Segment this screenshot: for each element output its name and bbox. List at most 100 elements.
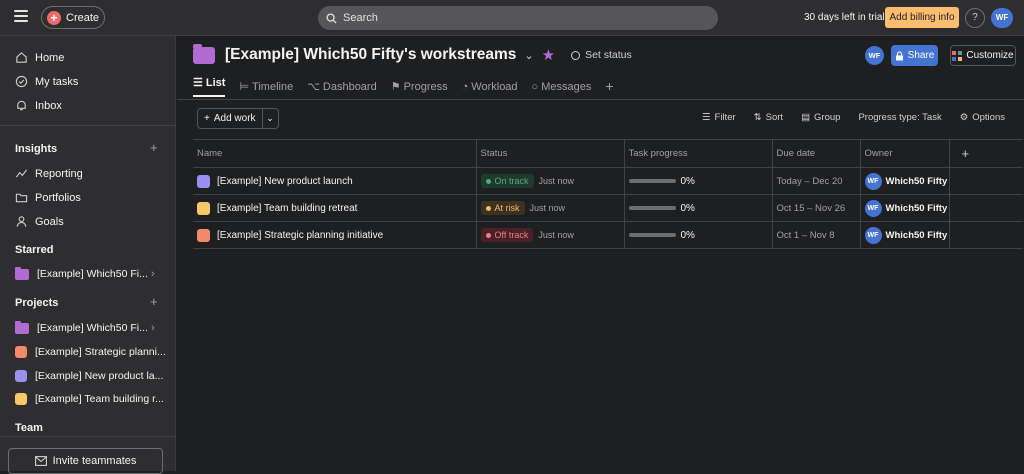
project-owner-avatar[interactable]: WF xyxy=(865,46,884,65)
progress-type-button[interactable]: Progress type: Task xyxy=(858,112,941,123)
user-avatar[interactable]: WF xyxy=(991,8,1013,28)
table-row[interactable]: [Example] New product launch On track Jus… xyxy=(193,167,1023,195)
view-tabs: ☰ List ⊨ Timeline ⌥ Dashboard ⚑ Progress ◔ Wo… xyxy=(193,76,614,97)
plus-icon: + xyxy=(204,113,210,124)
tab-dashboard[interactable]: ⌥ Dashboard xyxy=(307,76,377,97)
tab-workload[interactable]: ◔ Workload xyxy=(462,76,518,97)
empty-cell xyxy=(948,194,1023,222)
help-button[interactable]: ? xyxy=(965,8,985,28)
group-icon: ▤ xyxy=(801,112,811,123)
project-icon xyxy=(197,228,210,242)
project-label: [Example] Which50 Fi... xyxy=(37,322,148,334)
project-item[interactable]: [Example] Which50 Fi... xyxy=(15,320,148,334)
chevron-down-icon[interactable]: ⌄ xyxy=(524,49,533,62)
sidebar-item-portfolios[interactable]: Portfolios xyxy=(15,191,81,204)
column-header-status[interactable]: Status xyxy=(475,139,624,168)
empty-cell xyxy=(948,167,1023,195)
add-billing-button[interactable]: Add billing info xyxy=(885,7,959,28)
invite-label: Invite teammates xyxy=(52,455,137,467)
person-icon xyxy=(16,216,27,227)
sidebar-divider xyxy=(0,125,176,126)
project-name[interactable]: [Example] New product launch xyxy=(217,176,353,187)
add-project-button[interactable]: + xyxy=(150,294,158,309)
insights-heading[interactable]: Insights xyxy=(15,143,57,155)
due-date[interactable]: Today – Dec 20 xyxy=(771,167,860,195)
table-row[interactable]: [Example] Strategic planning initiative … xyxy=(193,221,1023,249)
status-updated: Just now xyxy=(538,229,574,240)
project-color-icon xyxy=(15,346,27,358)
add-column-button[interactable]: + xyxy=(948,139,1023,168)
tab-messages[interactable]: ○ Messages xyxy=(532,76,592,97)
project-item[interactable]: [Example] Strategic planni... xyxy=(15,346,166,358)
project-item[interactable]: [Example] New product la... xyxy=(15,370,163,382)
due-date[interactable]: Oct 15 – Nov 26 xyxy=(771,194,860,222)
customize-button[interactable]: Customize xyxy=(950,45,1016,66)
add-tab-button[interactable]: + xyxy=(605,76,613,97)
view-tools: ☰ Filter ⇅ Sort ▤ Group Progress type: Task… xyxy=(702,112,1005,123)
owner-name[interactable]: Which50 Fifty xyxy=(886,203,948,214)
status-dot-icon xyxy=(485,232,491,238)
chevron-right-icon[interactable]: › xyxy=(151,268,155,280)
tab-timeline[interactable]: ⊨ Timeline xyxy=(239,76,293,97)
status-badge[interactable]: At risk xyxy=(480,201,525,215)
project-color-icon xyxy=(15,370,27,382)
set-status-button[interactable]: Set status xyxy=(571,49,632,61)
sidebar-item-my-tasks[interactable]: My tasks xyxy=(15,75,78,88)
status-dot-icon xyxy=(485,178,491,184)
workload-icon: ◔ xyxy=(461,80,469,93)
options-button[interactable]: ⚙ Options xyxy=(960,112,1005,123)
filter-button[interactable]: ☰ Filter xyxy=(702,112,736,123)
column-header-progress[interactable]: Task progress xyxy=(623,139,772,168)
project-name[interactable]: [Example] Strategic planning initiative xyxy=(217,230,383,241)
sort-button[interactable]: ⇅ Sort xyxy=(754,112,783,123)
share-label: Share xyxy=(907,50,935,61)
group-button[interactable]: ▤ Group xyxy=(801,112,840,123)
add-insight-button[interactable]: + xyxy=(150,140,158,155)
add-work-button[interactable]: + Add work xyxy=(197,108,263,129)
menu-icon[interactable] xyxy=(14,10,28,24)
owner-name[interactable]: Which50 Fifty xyxy=(886,230,948,241)
project-icon xyxy=(197,201,210,215)
sidebar-item-goals[interactable]: Goals xyxy=(15,215,64,228)
status-badge[interactable]: Off track xyxy=(480,228,534,242)
project-item[interactable]: [Example] Team building r... xyxy=(15,393,164,405)
column-header-owner[interactable]: Owner xyxy=(859,139,949,168)
column-header-name[interactable]: Name xyxy=(193,139,476,168)
search-bar[interactable]: Search xyxy=(318,6,718,30)
invite-teammates-button[interactable]: Invite teammates xyxy=(8,448,163,474)
owner-name[interactable]: Which50 Fifty xyxy=(886,176,948,187)
project-header: [Example] Which50 Fifty's workstreams ⌄ … xyxy=(193,43,632,64)
project-name[interactable]: [Example] Team building retreat xyxy=(217,203,357,214)
progress-icon: ⚑ xyxy=(390,81,401,93)
column-header-due-date[interactable]: Due date xyxy=(771,139,860,168)
customize-icon xyxy=(952,50,963,61)
header-divider xyxy=(177,99,1024,100)
starred-project-item[interactable]: [Example] Which50 Fi... xyxy=(15,266,148,280)
project-label: [Example] Team building r... xyxy=(35,393,164,405)
sidebar: Home My tasks Inbox Insights + Reporting… xyxy=(0,36,176,471)
tab-progress[interactable]: ⚑ Progress xyxy=(391,76,448,97)
projects-heading[interactable]: Projects xyxy=(15,297,58,309)
mail-icon xyxy=(34,456,47,466)
status-badge[interactable]: On track xyxy=(480,174,534,188)
add-work-dropdown[interactable]: ⌄ xyxy=(262,108,279,129)
list-icon: ☰ xyxy=(193,77,203,89)
tab-list[interactable]: ☰ List xyxy=(193,76,226,97)
create-button[interactable]: + Create xyxy=(41,6,105,29)
sidebar-item-reporting[interactable]: Reporting xyxy=(15,167,83,180)
starred-heading[interactable]: Starred xyxy=(15,244,54,256)
check-circle-icon xyxy=(15,75,28,88)
sidebar-item-label: Goals xyxy=(35,215,64,228)
sidebar-item-inbox[interactable]: Inbox xyxy=(15,99,62,112)
chevron-right-icon[interactable]: › xyxy=(151,322,155,334)
page-title[interactable]: [Example] Which50 Fifty's workstreams xyxy=(225,46,516,64)
sidebar-item-home[interactable]: Home xyxy=(15,51,64,64)
star-icon[interactable]: ★ xyxy=(542,46,555,64)
status-updated: Just now xyxy=(538,175,575,186)
plus-icon: + xyxy=(47,10,61,25)
share-button[interactable]: Share xyxy=(891,45,938,66)
create-label: Create xyxy=(66,11,100,24)
due-date[interactable]: Oct 1 – Nov 8 xyxy=(771,221,860,249)
team-heading[interactable]: Team xyxy=(15,422,43,434)
table-row[interactable]: [Example] Team building retreat At risk J… xyxy=(193,194,1023,222)
